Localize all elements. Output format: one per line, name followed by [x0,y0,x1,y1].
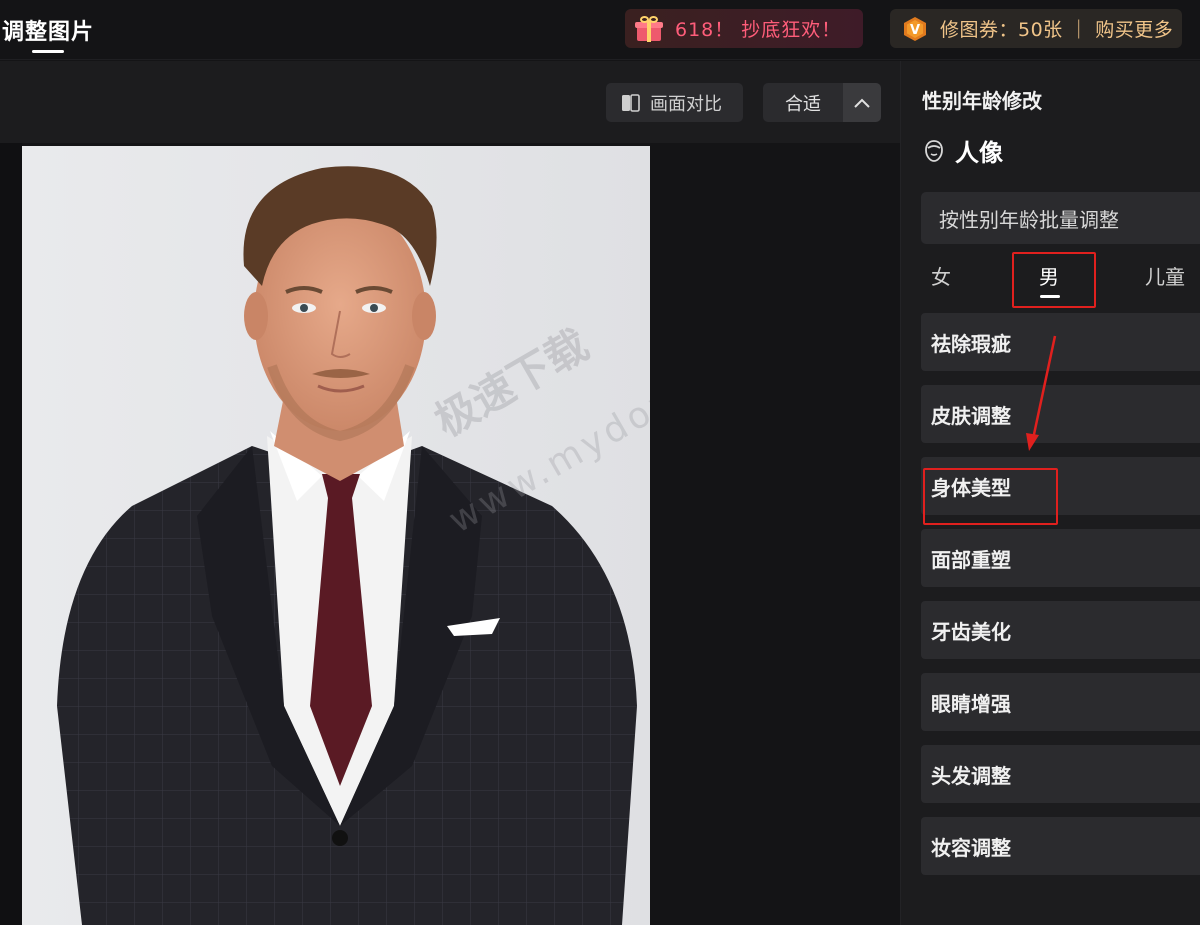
panel-title: 性别年龄修改 [922,89,1042,113]
section-title: 人像 [955,139,1003,167]
vip-icon: V [904,16,926,41]
batch-adjust-option[interactable]: 按性别年龄批量调整 [921,192,1200,244]
zoom-toggle-button[interactable] [843,83,881,122]
batch-adjust-label: 按性别年龄批量调整 [939,207,1119,232]
title-underline [32,50,64,53]
chevron-up-icon [854,98,870,108]
item-teeth-beautify[interactable]: 牙齿美化 [921,601,1200,659]
tab-female[interactable]: 女 [931,261,951,290]
gift-icon [635,15,663,42]
item-label: 头发调整 [931,763,1011,788]
item-label: 皮肤调整 [931,403,1011,428]
item-eye-enhance[interactable]: 眼睛增强 [921,673,1200,731]
item-label: 祛除瑕疵 [931,331,1011,356]
item-label: 牙齿美化 [931,619,1011,644]
svg-text:V: V [910,23,920,38]
promo-text: 618！ 抄底狂欢！ [675,19,842,41]
top-bar: 调整图片 618！ 抄底狂欢！ V 修图券：50张 ｜ 购买更多 [0,0,1200,60]
coupon-badge[interactable]: V 修图券：50张 ｜ 购买更多 [890,9,1182,48]
canvas-area: 画面对比 合适 极速下载 www.mydown [0,61,900,925]
zoom-fit-label: 合适 [785,93,821,115]
adjust-panel: 性别年龄修改 人像 按性别年龄批量调整 女 男 儿童 祛除瑕疵 皮肤调整 身体美… [900,61,1200,925]
section-header: 人像 [923,133,1003,168]
compare-label: 画面对比 [650,93,722,115]
annotation-box-body-shaping [923,468,1058,525]
tab-child[interactable]: 儿童 [1145,261,1185,290]
zoom-fit-button[interactable]: 合适 [763,83,843,122]
compare-icon [622,93,640,112]
coupon-text: 修图券：50张 ｜ 购买更多 [940,19,1174,41]
compare-button[interactable]: 画面对比 [606,83,743,122]
canvas-gutter [0,143,22,925]
item-skin-adjust[interactable]: 皮肤调整 [921,385,1200,443]
portrait-photo[interactable]: 极速下载 www.mydown [22,146,650,925]
item-label: 妆容调整 [931,835,1011,860]
annotation-box-male-tab [1012,252,1096,308]
item-hair-adjust[interactable]: 头发调整 [921,745,1200,803]
portrait-face-icon [925,139,943,162]
item-label: 面部重塑 [931,547,1011,572]
item-face-reshape[interactable]: 面部重塑 [921,529,1200,587]
page-title: 调整图片 [2,20,95,45]
item-label: 眼睛增强 [931,691,1011,716]
preview-toolbar: 画面对比 合适 [0,61,900,143]
promo-banner[interactable]: 618！ 抄底狂欢！ [625,9,863,48]
item-makeup-adjust[interactable]: 妆容调整 [921,817,1200,875]
item-blemish-removal[interactable]: 祛除瑕疵 [921,313,1200,371]
portrait-illustration [22,146,650,925]
